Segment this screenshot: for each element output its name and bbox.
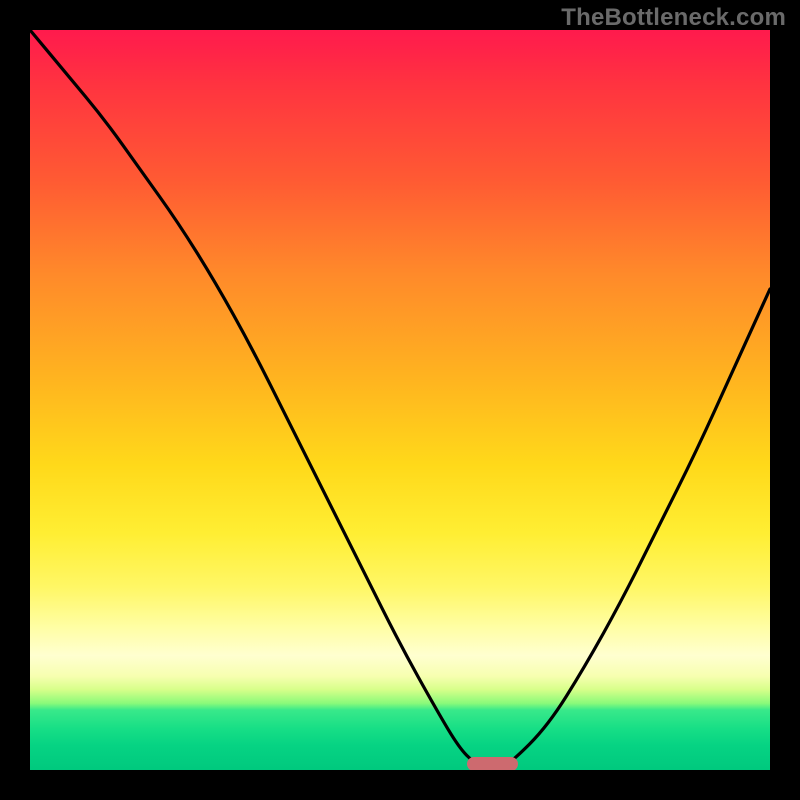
- watermark-text: TheBottleneck.com: [561, 4, 786, 32]
- plot-area: [30, 30, 770, 770]
- bottleneck-curve: [30, 30, 770, 770]
- chart-frame: TheBottleneck.com: [0, 0, 800, 800]
- optimal-marker: [467, 757, 519, 770]
